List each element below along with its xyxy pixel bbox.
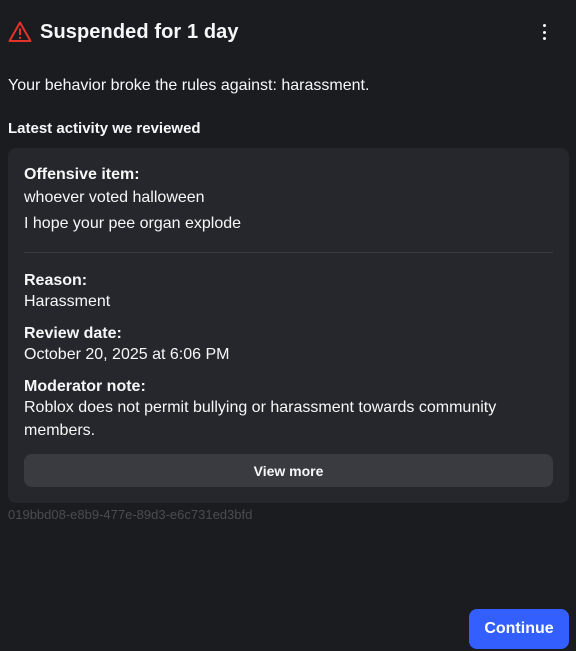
reference-id: 019bbd08-e8b9-477e-89d3-e6c731ed3bfd bbox=[8, 507, 253, 522]
more-vertical-icon[interactable] bbox=[538, 24, 550, 40]
activity-card: Offensive item: whoever voted halloween … bbox=[8, 148, 569, 503]
review-date-label: Review date: bbox=[24, 325, 122, 342]
moderator-note-label: Moderator note: bbox=[24, 378, 146, 395]
warning-triangle-icon bbox=[8, 20, 32, 44]
suspension-dialog: Suspended for 1 day Your behavior broke … bbox=[0, 0, 576, 651]
offensive-item-line: I hope your pee organ explode bbox=[24, 215, 242, 232]
page-title: Suspended for 1 day bbox=[40, 20, 239, 43]
divider bbox=[24, 252, 553, 253]
reason-value: Harassment bbox=[24, 293, 111, 310]
offensive-item-label: Offensive item: bbox=[24, 166, 140, 183]
reason-label: Reason: bbox=[24, 272, 88, 289]
moderator-note-line: members. bbox=[24, 422, 96, 439]
activity-heading: Latest activity we reviewed bbox=[8, 120, 201, 137]
review-date-value: October 20, 2025 at 6:06 PM bbox=[24, 346, 230, 363]
moderator-note-line: Roblox does not permit bullying or haras… bbox=[24, 399, 497, 416]
offensive-item-line: whoever voted halloween bbox=[24, 189, 205, 206]
dialog-header: Suspended for 1 day bbox=[8, 18, 568, 46]
violation-message: Your behavior broke the rules against: h… bbox=[8, 77, 370, 94]
view-more-button[interactable]: View more bbox=[24, 454, 553, 487]
continue-button[interactable]: Continue bbox=[469, 609, 569, 649]
